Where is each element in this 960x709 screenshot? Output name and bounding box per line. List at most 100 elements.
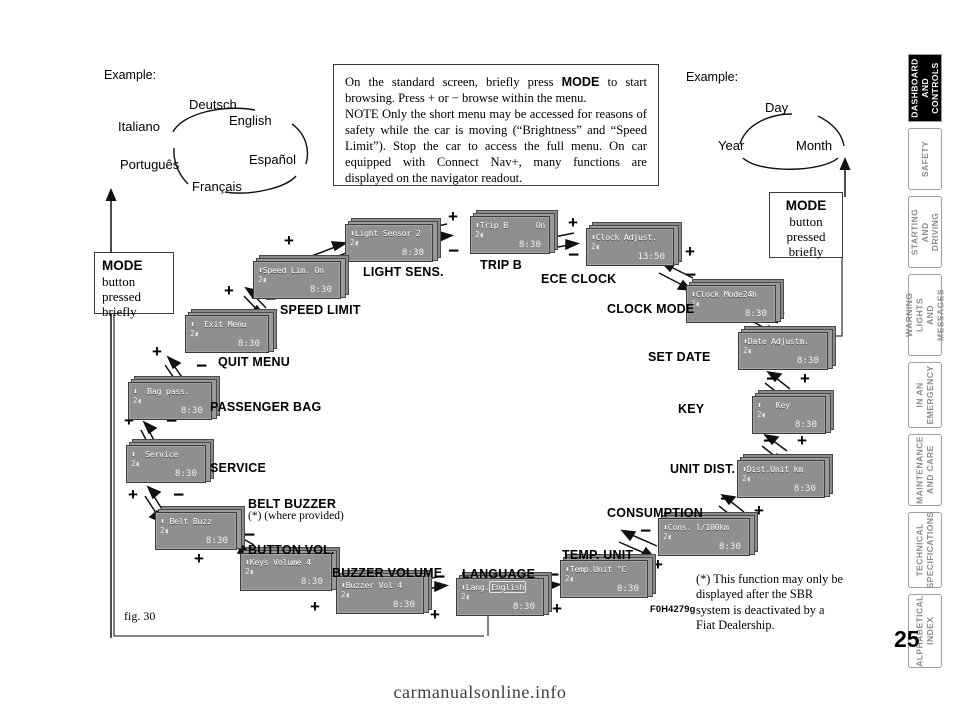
- sidebar-tab-label: MAINTENANCE AND CARE: [914, 436, 935, 504]
- display-speed-limit[interactable]: ⬍Speed Lim. On 2◖ 8:30: [253, 255, 349, 299]
- display-line1: ⬍Dist.Unit km: [742, 464, 804, 474]
- display-line2: 2◖: [461, 592, 470, 601]
- display-line3: 8:30: [518, 239, 541, 250]
- display-line3: 8:30: [796, 355, 819, 366]
- display-face: ⬍Cons. l/100km 2◖ 8:30: [658, 518, 750, 556]
- display-light-sensor[interactable]: ⬍Light Sensor 2 2◖ 8:30: [345, 218, 441, 262]
- sidebar-tab-label: SAFETY: [919, 140, 930, 178]
- display-line1: ⬍Lang. English: [461, 581, 527, 593]
- display-line3: 8:30: [512, 601, 535, 612]
- sign-plus-speed-exit: +: [224, 281, 234, 300]
- display-face: ⬍Temp.Unit °C 2◖ 8:30: [560, 560, 648, 598]
- sign-plus-lightsensor-tripb: +: [448, 207, 458, 226]
- display-face: ⬍Trip B On 2◖ 8:30: [470, 216, 550, 254]
- manual-page: Example: Deutsch English Español Françai…: [0, 0, 960, 709]
- display-line1: ⬍ Belt Buzz: [160, 516, 212, 526]
- sidebar-tab-label: STARTING AND DRIVING: [909, 208, 941, 256]
- display-line1: ⬍Temp.Unit °C: [565, 564, 627, 574]
- display-line2: 2◖: [160, 526, 169, 535]
- sign-minus-cons-temp: −: [640, 521, 652, 542]
- watermark: carmanualsonline.info: [393, 682, 567, 702]
- display-line2: 2◖: [565, 574, 574, 583]
- display-line3: 8:30: [401, 247, 424, 258]
- display-line2: 2◖: [757, 410, 766, 419]
- caption-service: SERVICE: [210, 461, 267, 475]
- sidebar-tab-dashboard-and-controls[interactable]: DASHBOARD AND CONTROLS: [908, 54, 942, 122]
- display-quit-menu[interactable]: ⬍ Exit Menu 2◖ 8:30: [185, 309, 277, 353]
- display-face: ⬍ Key 2◖ 8:30: [752, 396, 826, 434]
- display-line2: 2◖: [350, 238, 359, 247]
- display-face: ⬍Clock Adjust. 2◖ 13:50: [586, 228, 674, 266]
- display-face: ⬍Clock Mode24h 2◖ 8:30: [686, 285, 776, 323]
- display-ece-clock[interactable]: ⬍Clock Adjust. 2◖ 13:50: [586, 222, 682, 266]
- sign-minus-unitdist-cons: −: [720, 489, 732, 510]
- caption-consumption: CONSUMPTION: [607, 506, 703, 520]
- display-line2: 2◖: [258, 275, 267, 284]
- caption-ece-clock: ECE CLOCK: [541, 272, 617, 286]
- display-language[interactable]: ⬍Lang. English 2◖ 8:30: [456, 572, 552, 616]
- caption-trip-b: TRIP B: [480, 258, 522, 272]
- display-temp-unit[interactable]: ⬍Temp.Unit °C 2◖ 8:30: [560, 554, 656, 598]
- sidebar-tab-starting-and-driving[interactable]: STARTING AND DRIVING: [908, 196, 942, 268]
- display-key[interactable]: ⬍ Key 2◖ 8:30: [752, 390, 834, 434]
- sign-plus-temp-lang: +: [552, 599, 562, 618]
- display-line1: ⬍ Key: [757, 400, 790, 410]
- display-face: ⬍Light Sensor 2 2◖ 8:30: [345, 224, 433, 262]
- caption-temp-unit: TEMP. UNIT: [562, 548, 634, 562]
- display-unit-dist[interactable]: ⬍Dist.Unit km 2◖ 8:30: [737, 454, 833, 498]
- caption-passenger-bag: PASSENGER BAG: [210, 400, 322, 414]
- display-face: ⬍Keys Volume 4 2◖ 8:30: [240, 553, 332, 591]
- sign-minus-exit-bag: −: [196, 356, 208, 377]
- display-line1: ⬍Keys Volume 4: [245, 557, 311, 567]
- display-line3: 8:30: [794, 419, 817, 430]
- display-buzzer-volume[interactable]: ⬍Buzzer Vol 4 2◖ 8:30: [336, 570, 432, 614]
- sign-plus-clock-clockmode: +: [685, 242, 695, 261]
- figure-code: F0H4279g: [650, 604, 696, 614]
- sidebar-tab-safety[interactable]: SAFETY: [908, 128, 942, 190]
- caption-button-vol: BUTTON VOL.: [248, 543, 335, 557]
- sidebar-tab-maintenance-and-care[interactable]: MAINTENANCE AND CARE: [908, 434, 942, 506]
- sidebar-tab-warning-lights-and-messages[interactable]: WARNING LIGHTS AND MESSAGES: [904, 274, 945, 356]
- caption-language: LANGUAGE: [462, 567, 536, 581]
- caption-key: KEY: [678, 402, 705, 416]
- caption-set-date: SET DATE: [648, 350, 711, 364]
- display-line3: 8:30: [718, 541, 741, 552]
- display-line1: ⬍Trip B On: [475, 220, 545, 230]
- display-line3: 8:30: [616, 583, 639, 594]
- display-line2: 2◖: [663, 532, 672, 541]
- display-line1: ⬍Light Sensor 2: [350, 228, 421, 238]
- display-line2: 2◖: [245, 567, 254, 576]
- display-line2: 2◖: [131, 459, 140, 468]
- display-line3: 8:30: [174, 468, 197, 479]
- display-consumption[interactable]: ⬍Cons. l/100km 2◖ 8:30: [658, 512, 758, 556]
- display-service[interactable]: ⬍ Service 2◖ 8:30: [126, 439, 214, 483]
- display-line2: 2◖: [475, 230, 484, 239]
- display-trip-b[interactable]: ⬍Trip B On 2◖ 8:30: [470, 210, 558, 254]
- display-line3: 8:30: [744, 308, 767, 319]
- sign-minus-service-belt: −: [173, 485, 185, 506]
- display-clock-mode[interactable]: ⬍Clock Mode24h 2◖ 8:30: [686, 279, 784, 323]
- display-line3: 13:50: [637, 251, 665, 262]
- display-face: ⬍ Service 2◖ 8:30: [126, 445, 206, 483]
- display-line2: 2◖: [341, 590, 350, 599]
- display-line1: ⬍ Service: [131, 449, 178, 459]
- display-line3: 8:30: [237, 338, 260, 349]
- sign-plus-tripb-clock: +: [568, 213, 578, 232]
- display-line1: ⬍Cons. l/100km: [663, 522, 729, 532]
- sidebar-tab-in-an-emergency[interactable]: IN AN EMERGENCY: [908, 362, 942, 428]
- sign-plus-date-key: +: [800, 369, 810, 388]
- display-set-date[interactable]: ⬍Date Adjustm. 2◖ 8:30: [738, 326, 836, 370]
- display-line3: 8:30: [793, 483, 816, 494]
- caption-unit-dist: UNIT DIST.: [670, 462, 736, 476]
- display-face: ⬍Lang. English 2◖ 8:30: [456, 578, 544, 616]
- display-button-vol[interactable]: ⬍Keys Volume 4 2◖ 8:30: [240, 547, 340, 591]
- display-line2: 2◖: [190, 329, 199, 338]
- sidebar-tab-label: TECHNICAL SPECIFICATIONS: [914, 511, 935, 589]
- display-face: ⬍ Bag pass. 2◖ 8:30: [128, 382, 212, 420]
- display-face: ⬍ Belt Buzz 2◖ 8:30: [155, 512, 237, 550]
- sign-plus-key-unitdist: +: [797, 431, 807, 450]
- sidebar-tab-technical-specifications[interactable]: TECHNICAL SPECIFICATIONS: [908, 511, 942, 589]
- display-line3: 8:30: [180, 405, 203, 416]
- display-belt-buzzer[interactable]: ⬍ Belt Buzz 2◖ 8:30: [155, 506, 245, 550]
- display-passenger-bag[interactable]: ⬍ Bag pass. 2◖ 8:30: [128, 376, 220, 420]
